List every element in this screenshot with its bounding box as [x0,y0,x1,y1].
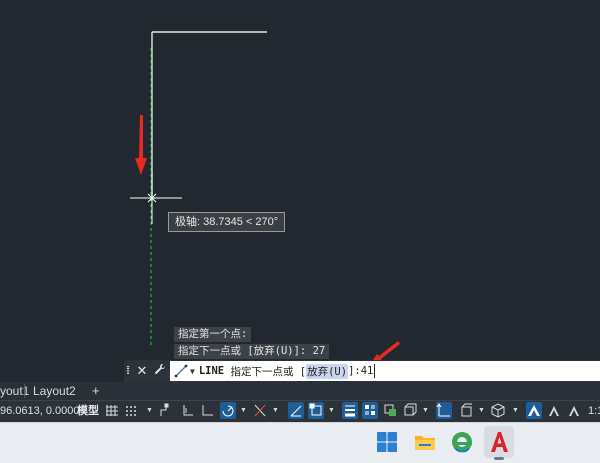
transparency-icon[interactable] [362,402,378,419]
drag-handle-icon[interactable]: ⁞⁞ [126,362,134,380]
running-indicator [494,457,504,460]
selection-filter-icon[interactable] [458,402,474,419]
chevron-down-icon[interactable]: ▼ [240,404,247,417]
annotation-scale-icon[interactable] [566,402,582,419]
chevron-down-icon[interactable]: ▼ [146,404,153,417]
line-command-icon [174,364,188,378]
3d-object-snap-icon[interactable] [402,402,418,419]
gizmo-icon[interactable] [490,402,506,419]
object-snap-tracking-icon[interactable] [288,402,304,419]
coordinates-readout[interactable]: 96.0613, 0.0000 [0,401,80,421]
chevron-down-icon[interactable]: ▼ [512,404,519,417]
auto-scale-icon[interactable] [546,402,562,419]
file-explorer-icon[interactable] [412,429,438,455]
grid-icon[interactable] [104,402,120,419]
windows-start-icon[interactable] [374,429,400,455]
ortho-mode-icon[interactable] [200,402,216,419]
tab-layout2[interactable]: Layout2 [33,382,76,400]
command-prompt-suffix: ]: [348,365,361,377]
text-caret [374,364,376,378]
close-icon[interactable]: ✕ [136,361,148,381]
chevron-down-icon[interactable]: ▼ [478,404,485,417]
command-input[interactable]: ▼ LINE 指定下一点或 [ 放弃(U) ]: 41 [170,361,600,381]
chevron-down-icon[interactable]: ▼ [190,367,195,376]
command-input-value[interactable]: 41 [361,365,374,377]
tab-divider [24,384,25,398]
selection-cycling-icon[interactable] [382,402,398,419]
command-prompt: 指定下一点或 [ [230,365,307,378]
command-history-line: 指定下一点或 [放弃(U)]: 27 [174,344,330,359]
add-layout-button[interactable]: + [92,382,100,400]
command-history-line: 指定第一个点: [174,327,252,342]
annotation-arrow-diagonal-icon [373,341,400,360]
autocad-icon[interactable] [486,429,512,455]
dynamic-ucs-icon[interactable] [436,402,452,419]
annotation-scale-value[interactable]: 1:1 [588,401,600,421]
dynamic-input-icon[interactable] [180,402,196,419]
chevron-down-icon[interactable]: ▼ [422,404,429,417]
drawing-area[interactable] [0,0,600,360]
object-snap-icon[interactable] [308,402,324,419]
polar-tracking-icon[interactable] [220,402,236,419]
chevron-down-icon[interactable]: ▼ [328,404,335,417]
command-name: LINE [198,365,225,377]
chevron-down-icon[interactable]: ▼ [272,404,279,417]
isometric-drafting-icon[interactable] [252,402,268,419]
wrench-icon[interactable] [153,361,167,381]
edge-browser-icon[interactable] [449,429,475,455]
infer-constraints-icon[interactable] [158,402,174,419]
snap-mode-icon[interactable] [124,402,140,419]
model-space-button[interactable]: 模型 [77,401,99,421]
lineweight-icon[interactable] [342,402,358,419]
layout-tab-bar [0,382,600,400]
option-undo[interactable]: 放弃(U) [306,363,349,379]
annotation-visibility-icon[interactable] [526,402,542,419]
polar-tooltip: 极轴: 38.7345 < 270° [168,212,286,232]
annotation-arrow-down-icon [135,115,147,175]
